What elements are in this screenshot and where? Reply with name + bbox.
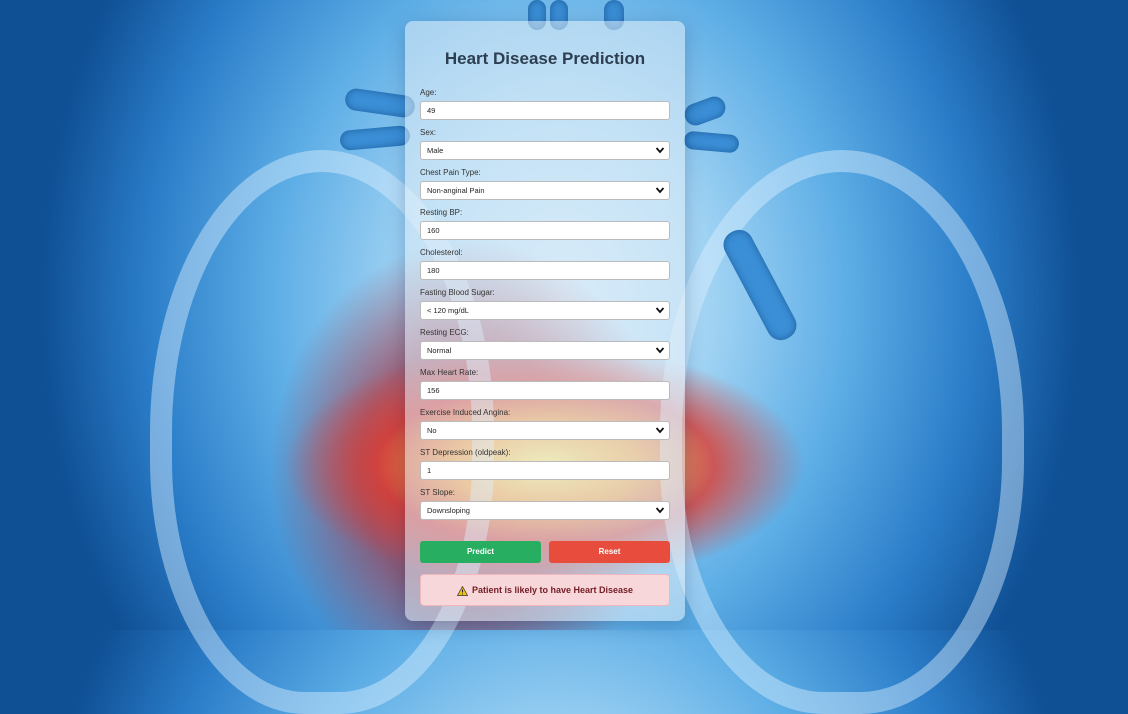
input-field[interactable]: 49 xyxy=(420,101,670,120)
field-value: No xyxy=(427,426,437,435)
field-label: Resting BP: xyxy=(420,208,463,217)
form-field: Fasting Blood Sugar: < 120 mg/dL xyxy=(420,287,670,327)
result-text: Patient is likely to have Heart Disease xyxy=(471,585,634,595)
form-field: ST Slope: Downsloping xyxy=(420,487,670,527)
vessel-right-2 xyxy=(683,130,740,154)
chevron-down-icon xyxy=(655,187,665,194)
input-field[interactable]: 160 xyxy=(420,221,670,240)
field-label: ST Depression (oldpeak): xyxy=(420,448,511,457)
input-field[interactable]: 156 xyxy=(420,381,670,400)
field-value: 156 xyxy=(427,386,440,395)
form-fields: Age: 49 Sex: Male Chest Pain Type: Non-angina… xyxy=(420,87,670,527)
field-value: 180 xyxy=(427,266,440,275)
form-field: Sex: Male xyxy=(420,127,670,167)
chevron-down-icon xyxy=(655,347,665,354)
form-field: ST Depression (oldpeak): 1 xyxy=(420,447,670,487)
page-title: Heart Disease Prediction xyxy=(444,49,646,68)
vessel-right-1 xyxy=(681,93,729,129)
field-label: Sex: xyxy=(420,128,437,137)
field-value: 1 xyxy=(427,466,432,475)
field-label: Chest Pain Type: xyxy=(420,168,481,177)
chevron-down-icon xyxy=(655,427,665,434)
reset-button[interactable]: Reset xyxy=(549,541,670,563)
input-field[interactable]: 1 xyxy=(420,461,670,480)
right-lung-shape xyxy=(660,150,1024,714)
form-field: Resting BP: 160 xyxy=(420,207,670,247)
select-field[interactable]: No xyxy=(420,421,670,440)
form-field: Age: 49 xyxy=(420,87,670,127)
vessel-left-2 xyxy=(339,124,411,152)
form-field: Cholesterol: 180 xyxy=(420,247,670,287)
chevron-down-icon xyxy=(655,307,665,314)
select-field[interactable]: Male xyxy=(420,141,670,160)
field-label: Fasting Blood Sugar: xyxy=(420,288,495,297)
warning-icon xyxy=(456,585,468,596)
field-label: Resting ECG: xyxy=(420,328,469,337)
form-field: Resting ECG: Normal xyxy=(420,327,670,367)
select-field[interactable]: < 120 mg/dL xyxy=(420,301,670,320)
field-label: ST Slope: xyxy=(420,488,455,497)
field-value: < 120 mg/dL xyxy=(427,306,469,315)
predict-button[interactable]: Predict xyxy=(420,541,541,563)
field-value: Non-anginal Pain xyxy=(427,186,485,195)
field-value: Male xyxy=(427,146,444,155)
form-field: Max Heart Rate: 156 xyxy=(420,367,670,407)
prediction-form-card: Heart Disease Prediction Age: 49 Sex: Male C… xyxy=(405,21,685,621)
field-value: 160 xyxy=(427,226,440,235)
form-field: Exercise Induced Angina: No xyxy=(420,407,670,447)
result-alert: Patient is likely to have Heart Disease xyxy=(420,574,670,606)
field-label: Exercise Induced Angina: xyxy=(420,408,511,417)
form-field: Chest Pain Type: Non-anginal Pain xyxy=(420,167,670,207)
field-value: Normal xyxy=(427,346,452,355)
field-value: Downsloping xyxy=(427,506,470,515)
field-label: Age: xyxy=(420,88,437,97)
input-field[interactable]: 180 xyxy=(420,261,670,280)
chevron-down-icon xyxy=(655,507,665,514)
select-field[interactable]: Normal xyxy=(420,341,670,360)
field-value: 49 xyxy=(427,106,436,115)
chevron-down-icon xyxy=(655,147,665,154)
field-label: Cholesterol: xyxy=(420,248,463,257)
select-field[interactable]: Downsloping xyxy=(420,501,670,520)
field-label: Max Heart Rate: xyxy=(420,368,479,377)
form-actions: Predict Reset xyxy=(420,541,670,563)
select-field[interactable]: Non-anginal Pain xyxy=(420,181,670,200)
